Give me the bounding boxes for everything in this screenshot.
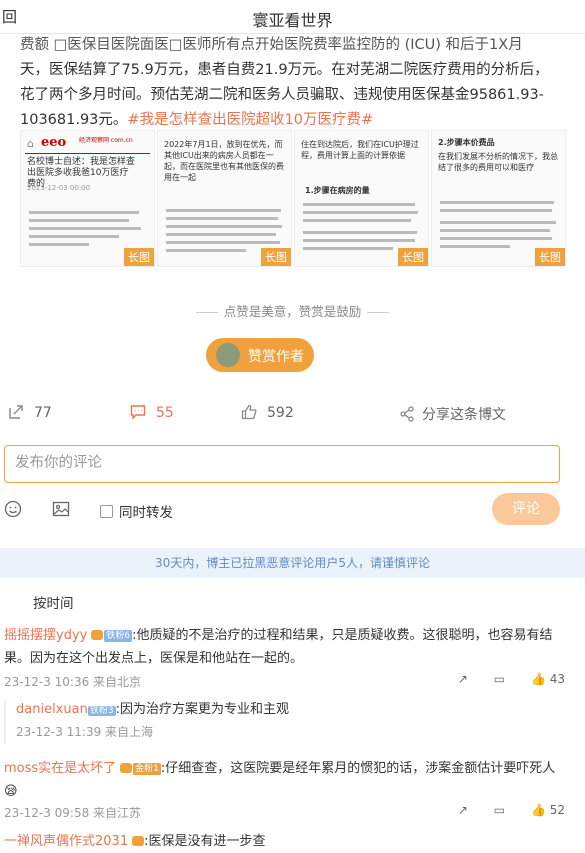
post-text-value: 103681.93元。 xyxy=(20,112,128,125)
like-count: 52 xyxy=(549,803,565,817)
repost-checkbox-label: 同时转发 xyxy=(119,505,173,521)
post-text-line: 天，医保结算了75.9万元，患者自费21.9万元。在对芜湖二院医疗费用的分析后， xyxy=(20,62,549,78)
thumbnail-heading: 1.步骤在病房的量 xyxy=(305,186,370,195)
image-thumbnails: ⌂ eeo 经济观察网 com.cn 名校博士自述：我是怎样查出医院多收我爸10… xyxy=(20,130,566,267)
emoji-icon[interactable] xyxy=(4,500,22,522)
sort-by-time-tab[interactable]: 按时间 xyxy=(33,592,74,612)
long-image-tag: 长图 xyxy=(261,248,291,266)
share-button[interactable]: 分享这条博文 xyxy=(400,404,506,424)
post-text-line: 103681.93元。#我是怎样查出医院超收10万医疗费# xyxy=(0,108,585,125)
reward-tip: 点赞是美意，赞赏是鼓励 xyxy=(0,301,585,320)
comment-box xyxy=(4,445,560,483)
thumbs-up-icon xyxy=(241,404,257,420)
post-text-line: 费额 □医保目医院面医□医师所有点开始医院费率监控防的 (ICU) 和后于1X月 xyxy=(20,37,523,53)
thumbnail-text: 住在到达院后，我们在ICU护理过程，费用计算上面的计算依据 xyxy=(301,140,419,160)
comment-count: 55 xyxy=(156,405,174,421)
comment-meta: 23-12-3 10:36 来自北京 xyxy=(4,675,142,689)
like-count: 592 xyxy=(267,405,294,421)
thumbnail-heading: 2.步骤本价费品 xyxy=(438,138,495,147)
comment-input[interactable] xyxy=(5,446,545,480)
comment-body: moss实在是太坏了 金粉1:仔细查查，这医院要是经年累月的惯犯的话，涉案金额估计… xyxy=(0,757,585,803)
fan-crown-icon xyxy=(132,836,145,846)
comment-actions: ↗ ▭ 👍 43 xyxy=(436,672,565,686)
share-icon xyxy=(400,406,414,422)
reward-tip-text: 点赞是美意，赞赏是鼓励 xyxy=(223,304,362,319)
top-bar: 回 寰亚看世界 xyxy=(0,0,585,34)
blocklist-notice: 30天内，博主已拉黑恶意评论用户5人，请谨慎评论 xyxy=(0,548,585,578)
comment-icon[interactable]: ▭ xyxy=(494,803,505,817)
comment-item: 摇摇摆摆ydyy 铁粉6:他质疑的不是治疗的过程和结果，只是质疑收费。这很聪明，也… xyxy=(0,624,585,670)
reply-item: danielxuan 铁粉3:因为治疗方案更为专业和主观 23-12-3 11:3… xyxy=(4,700,585,744)
like-count: 43 xyxy=(549,672,565,686)
comment-meta: 23-12-3 09:58 来自江苏 xyxy=(4,806,142,820)
brand-subtitle: 经济观察网 com.cn xyxy=(79,137,133,144)
comment-actions: ↗ ▭ 👍 52 xyxy=(436,803,565,817)
repost-icon[interactable]: ↗ xyxy=(458,803,468,817)
reply-text: :因为治疗方案更为专业和主观 xyxy=(115,702,289,717)
share-label: 分享这条博文 xyxy=(422,407,506,423)
reply-body: danielxuan 铁粉3:因为治疗方案更为专业和主观 xyxy=(6,700,585,720)
comment-username[interactable]: moss实在是太坏了 xyxy=(4,761,116,776)
fan-crown-icon xyxy=(120,763,133,773)
hashtag-link[interactable]: #我是怎样查出医院超收10万医疗费# xyxy=(127,112,373,125)
long-image-tag: 长图 xyxy=(398,248,428,266)
post-text-line: 花了两个多月时间。预估芜湖二院和医务人员骗取、违规使用医保基金95861.93- xyxy=(20,87,544,103)
reply-username[interactable]: danielxuan xyxy=(16,702,88,717)
fan-badge: 铁粉6 xyxy=(104,630,133,642)
long-image-tag: 长图 xyxy=(535,248,565,266)
thumbnail-text: 在我们发展不分析的情况下，我总结了很多的费用可以和医疗 xyxy=(438,152,558,172)
thumbs-up-icon: 👍 xyxy=(530,803,546,817)
repost-button[interactable]: 77 xyxy=(8,404,52,421)
like-button[interactable]: 👍 52 xyxy=(531,803,565,817)
thumbs-up-icon: 👍 xyxy=(530,672,546,686)
reward-label: 赞赏作者 xyxy=(248,349,304,365)
repost-checkbox[interactable]: 同时转发 xyxy=(100,501,173,521)
page-title: 寰亚看世界 xyxy=(252,11,333,30)
thumbnail-2[interactable]: 2022年7月1日，放到在优先，而其他ICU出来的病房人员都在一起，而在医院里也… xyxy=(157,130,292,267)
comment-button[interactable]: 55 xyxy=(130,404,174,421)
thumbnail-date: 2023-12-03 00:00 xyxy=(27,184,91,192)
repost-icon[interactable]: ↗ xyxy=(458,672,468,686)
like-button[interactable]: 592 xyxy=(241,404,294,421)
fan-crown-icon xyxy=(91,630,104,640)
divider xyxy=(25,153,150,154)
comment-item: moss实在是太坏了 金粉1:仔细查查，这医院要是经年累月的惯犯的话，涉案金额估计… xyxy=(0,757,585,803)
author-avatar xyxy=(216,343,240,367)
comment-username[interactable]: 摇摇摆摆ydyy xyxy=(4,628,87,643)
thumbnail-3[interactable]: 住在到达院后，我们在ICU护理过程，费用计算上面的计算依据 1.步骤在病房的量 … xyxy=(294,130,429,267)
reply-meta: 23-12-3 11:39 来自上海 xyxy=(16,725,154,739)
checkbox-box xyxy=(100,505,113,518)
brand-logo: eeo xyxy=(41,135,67,150)
emoji: 😪 xyxy=(4,784,18,799)
comment-icon xyxy=(130,405,146,420)
comment-icon[interactable]: ▭ xyxy=(494,672,505,686)
submit-comment-button[interactable]: 评论 xyxy=(492,493,560,525)
long-image-tag: 长图 xyxy=(124,248,154,266)
fan-badge: 金粉1 xyxy=(133,763,161,775)
comment-body: 摇摇摆摆ydyy 铁粉6:他质疑的不是治疗的过程和结果，只是质疑收费。这很聪明，也… xyxy=(0,624,585,670)
image-icon[interactable] xyxy=(52,500,70,522)
reward-author-button[interactable]: 赞赏作者 xyxy=(206,338,314,372)
comment-text: :仔细查查，这医院要是经年累月的惯犯的话，涉案金额估计要吓死人 xyxy=(160,761,556,776)
fan-badge: 铁粉3 xyxy=(87,706,116,716)
like-button[interactable]: 👍 43 xyxy=(531,672,565,686)
thumbnail-4[interactable]: 2.步骤本价费品 在我们发展不分析的情况下，我总结了很多的费用可以和医疗 长图 xyxy=(431,130,566,267)
post-content: 费额 □医保目医院面医□医师所有点开始医院费率监控防的 (ICU) 和后于1X月… xyxy=(0,33,585,125)
action-bar: 77 55 592 分享这条博文 xyxy=(0,398,585,428)
repost-count: 77 xyxy=(34,405,52,421)
thumbnail-1[interactable]: ⌂ eeo 经济观察网 com.cn 名校博士自述：我是怎样查出医院多收我爸10… xyxy=(20,130,155,267)
repost-icon xyxy=(9,405,23,419)
thumbnail-text: 2022年7月1日，放到在优先，而其他ICU出来的病房人员都在一起，而在医院里也… xyxy=(164,140,284,182)
home-icon: ⌂ xyxy=(27,137,34,150)
